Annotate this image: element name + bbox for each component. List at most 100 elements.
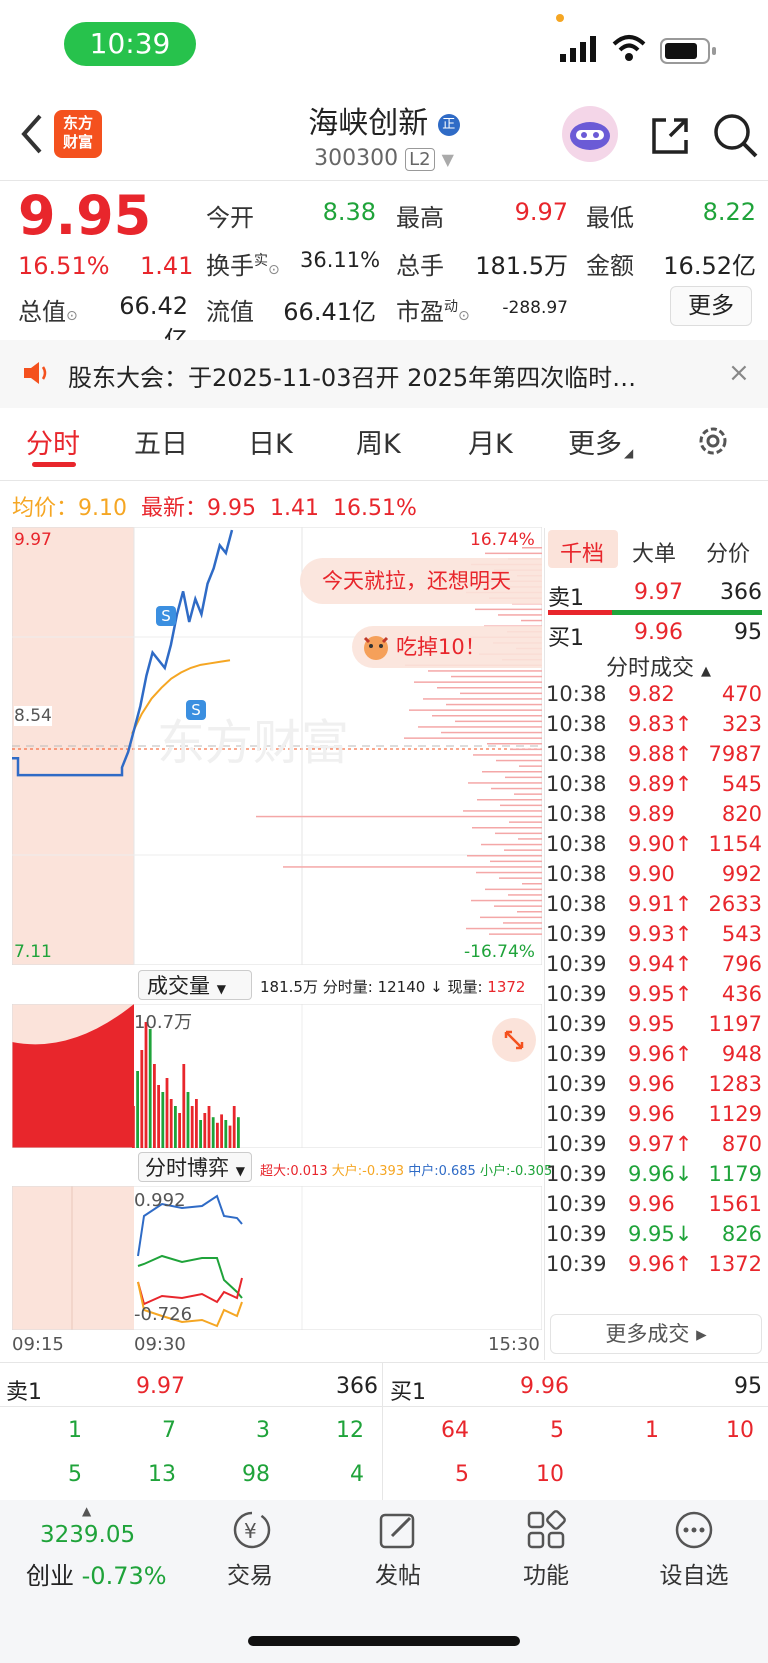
queue-item: 5 <box>550 1418 564 1443</box>
more-quote-button[interactable]: 更多 <box>670 286 752 326</box>
tick-row: 10:39 9.96↓ 1179 <box>546 1162 762 1186</box>
sell-marker-icon-2[interactable]: S <box>186 700 206 720</box>
tick-row: 10:38 9.83↑ 323 <box>546 712 762 736</box>
tab-week-k[interactable]: 周K <box>356 422 401 461</box>
depth-bar <box>463 810 542 812</box>
depth-tab-dadan[interactable]: 大单 <box>632 536 676 568</box>
search-icon[interactable] <box>712 112 758 162</box>
high-value: 9.97 <box>514 198 568 226</box>
tab-month-k[interactable]: 月K <box>468 422 513 461</box>
index-value[interactable]: 3239.05 <box>40 1522 135 1548</box>
share-icon[interactable] <box>648 114 692 162</box>
tick-row: 10:39 9.96↑ 1372 <box>546 1252 762 1276</box>
svg-text:¥: ¥ <box>244 1519 257 1543</box>
depth-bar <box>517 911 542 913</box>
robot-avatar-icon[interactable] <box>562 106 618 162</box>
depth-bar <box>494 905 542 907</box>
x-start-label: 09:15 <box>12 1334 64 1355</box>
pe-value: -288.97 <box>502 298 568 318</box>
comment-bubble[interactable]: 今天就拉，还想明天 <box>300 558 542 604</box>
tick-row: 10:39 9.96 1129 <box>546 1102 762 1126</box>
volume-bar <box>237 1117 240 1148</box>
ticks-header[interactable]: 分时成交 ▲ <box>606 650 711 682</box>
volume-bar <box>169 1099 173 1148</box>
depth-bar <box>496 759 542 762</box>
more-dots-icon[interactable] <box>674 1510 714 1554</box>
game-top-label: 0.992 <box>134 1190 186 1211</box>
queue-item: 4 <box>350 1462 364 1487</box>
game-bottom-label: -0.726 <box>134 1304 193 1325</box>
volume-bar <box>211 1117 215 1148</box>
low-value: 8.22 <box>702 198 756 226</box>
speaker-icon <box>22 360 50 390</box>
tick-row: 10:38 9.91↑ 2633 <box>546 892 762 916</box>
queue-item: 1 <box>645 1418 659 1443</box>
depth-bar <box>481 843 542 846</box>
depth-tab-qiandang[interactable]: 千档 <box>560 536 604 568</box>
open-label: 今开 <box>206 204 254 232</box>
volume-bar <box>207 1106 211 1148</box>
level2-top-divider <box>0 1362 768 1363</box>
tab-more[interactable]: 更多 <box>568 422 622 461</box>
settings-gear-icon[interactable] <box>696 424 730 462</box>
depth-bar <box>455 720 542 723</box>
volume-chart[interactable] <box>12 1004 542 1148</box>
nav-trade[interactable]: 交易 <box>190 1556 310 1590</box>
index-info[interactable]: 创业 -0.73% <box>26 1556 167 1591</box>
home-indicator <box>248 1636 520 1646</box>
trade-icon[interactable]: ¥ <box>230 1510 274 1554</box>
volume-value: 181.5万 <box>475 252 568 280</box>
depth-bar <box>510 748 542 751</box>
volume-bar <box>224 1120 228 1148</box>
tick-row: 10:38 9.90 992 <box>546 862 762 886</box>
depth-buy1-label: 买1 <box>548 626 584 651</box>
functions-icon[interactable] <box>526 1510 566 1554</box>
battery-icon <box>660 38 718 68</box>
depth-bar <box>432 715 542 717</box>
depth-bar <box>498 614 542 616</box>
level2-row-divider <box>0 1406 768 1407</box>
depth-bar <box>423 698 542 700</box>
depth-bar <box>283 866 542 868</box>
depth-buy1-vol: 95 <box>734 620 762 645</box>
amount-label: 金额 <box>586 252 634 280</box>
change-abs: 1.41 <box>140 252 194 280</box>
nav-watchlist[interactable]: 设自选 <box>634 1556 754 1590</box>
volume-bar <box>216 1122 219 1148</box>
title-badge: 正 <box>437 113 460 136</box>
volume-bar <box>190 1106 194 1148</box>
volume-bar <box>232 1106 236 1148</box>
tick-row: 10:38 9.89↑ 545 <box>546 772 762 796</box>
close-icon[interactable]: × <box>728 358 750 388</box>
more-ticks-button[interactable]: 更多成交 ▸ <box>550 1314 762 1354</box>
sell-marker-icon[interactable]: S <box>156 606 176 626</box>
volume-indicator-select[interactable]: 成交量 ▼ <box>138 970 252 1000</box>
nav-functions[interactable]: 功能 <box>486 1556 606 1590</box>
index-caret-icon[interactable]: ▲ <box>82 1504 91 1518</box>
depth-sell1-price: 9.97 <box>634 580 683 605</box>
turnover-value: 36.11% <box>300 248 381 272</box>
y-bottom-label: 7.11 <box>14 942 52 962</box>
tab-day-k[interactable]: 日K <box>248 422 293 461</box>
game-indicator-select[interactable]: 分时博弈 ▼ <box>138 1152 252 1182</box>
tab-5day[interactable]: 五日 <box>134 422 188 461</box>
depth-bar <box>485 888 542 891</box>
nav-post[interactable]: 发帖 <box>338 1556 458 1590</box>
tab-fenshi[interactable]: 分时 <box>26 422 80 461</box>
depth-tab-fenjia[interactable]: 分价 <box>706 536 750 568</box>
depth-bar <box>428 670 542 672</box>
depth-bar <box>504 849 542 851</box>
expand-icon[interactable] <box>492 1018 536 1062</box>
depth-bar <box>477 799 542 801</box>
level2-mid-divider <box>382 1362 383 1500</box>
tick-row: 10:39 9.96 1561 <box>546 1192 762 1216</box>
game-legend: 超大:0.013 大户:-0.393 中户:0.685 小户:-0.305 <box>260 1164 553 1179</box>
tabs-divider <box>0 480 768 481</box>
depth-bar <box>480 916 542 919</box>
depth-bar <box>414 681 542 683</box>
open-value: 8.38 <box>322 198 376 226</box>
float-label: 流值 <box>206 298 254 326</box>
game-chart[interactable] <box>12 1186 542 1330</box>
post-icon[interactable] <box>378 1510 418 1554</box>
pe-label: 市盈动⊙ <box>396 298 470 326</box>
